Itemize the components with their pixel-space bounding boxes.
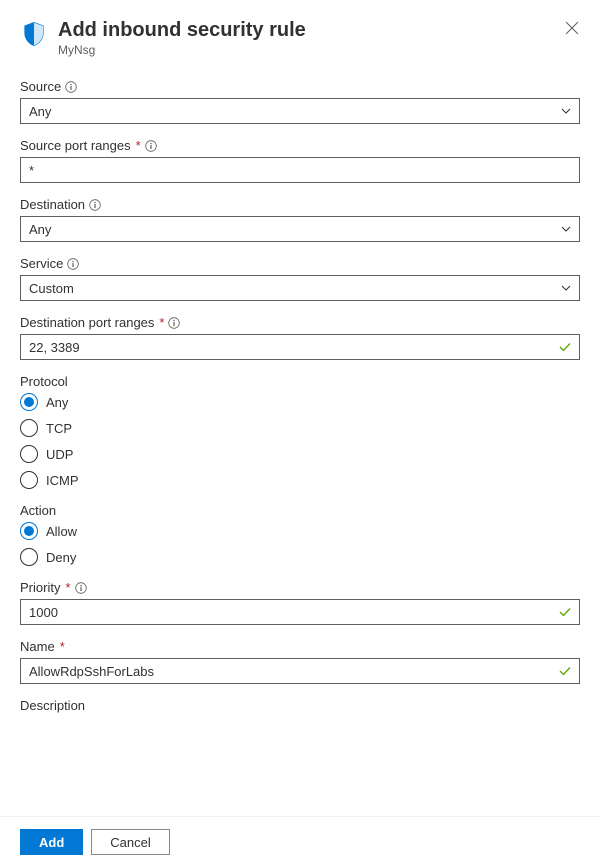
label-name: Name bbox=[20, 639, 55, 654]
label-service: Service bbox=[20, 256, 63, 271]
info-icon[interactable] bbox=[145, 140, 157, 152]
field-destination-port-ranges: Destination port ranges * bbox=[20, 315, 580, 360]
field-source-port-ranges: Source port ranges * bbox=[20, 138, 580, 183]
protocol-radio-any[interactable]: Any bbox=[20, 393, 580, 411]
radio-icon bbox=[20, 445, 38, 463]
panel-subtitle: MyNsg bbox=[58, 43, 306, 57]
radio-icon bbox=[20, 471, 38, 489]
info-icon[interactable] bbox=[67, 258, 79, 270]
radio-icon bbox=[20, 419, 38, 437]
field-priority: Priority * bbox=[20, 580, 580, 625]
label-priority: Priority bbox=[20, 580, 60, 595]
info-icon[interactable] bbox=[89, 199, 101, 211]
label-source-port-ranges: Source port ranges bbox=[20, 138, 131, 153]
dest-port-ranges-input[interactable] bbox=[20, 334, 580, 360]
shield-icon bbox=[20, 20, 48, 48]
panel-footer: Add Cancel bbox=[0, 816, 600, 867]
radio-icon bbox=[20, 393, 38, 411]
service-select[interactable]: Custom bbox=[20, 275, 580, 301]
required-marker: * bbox=[60, 639, 65, 654]
required-marker: * bbox=[159, 315, 164, 330]
info-icon[interactable] bbox=[65, 81, 77, 93]
label-destination: Destination bbox=[20, 197, 85, 212]
form-body: Source Any Source port ranges * Destinat… bbox=[0, 65, 600, 815]
label-description: Description bbox=[20, 698, 85, 713]
protocol-radio-udp[interactable]: UDP bbox=[20, 445, 580, 463]
info-icon[interactable] bbox=[75, 582, 87, 594]
field-protocol: Protocol Any TCP UDP ICMP bbox=[20, 374, 580, 489]
field-name: Name * bbox=[20, 639, 580, 684]
required-marker: * bbox=[65, 580, 70, 595]
label-source: Source bbox=[20, 79, 61, 94]
field-service: Service Custom bbox=[20, 256, 580, 301]
source-port-ranges-input[interactable] bbox=[20, 157, 580, 183]
radio-icon bbox=[20, 548, 38, 566]
field-destination: Destination Any bbox=[20, 197, 580, 242]
protocol-radio-group: Any TCP UDP ICMP bbox=[20, 393, 580, 489]
field-action: Action Allow Deny bbox=[20, 503, 580, 566]
protocol-radio-tcp[interactable]: TCP bbox=[20, 419, 580, 437]
label-action: Action bbox=[20, 503, 56, 518]
destination-select[interactable]: Any bbox=[20, 216, 580, 242]
field-description: Description bbox=[20, 698, 580, 713]
action-radio-deny[interactable]: Deny bbox=[20, 548, 580, 566]
add-button[interactable]: Add bbox=[20, 829, 83, 855]
info-icon[interactable] bbox=[168, 317, 180, 329]
name-input[interactable] bbox=[20, 658, 580, 684]
field-source: Source Any bbox=[20, 79, 580, 124]
action-radio-group: Allow Deny bbox=[20, 522, 580, 566]
panel-header: Add inbound security rule MyNsg bbox=[0, 0, 600, 65]
required-marker: * bbox=[136, 138, 141, 153]
panel-title: Add inbound security rule bbox=[58, 18, 306, 42]
action-radio-allow[interactable]: Allow bbox=[20, 522, 580, 540]
label-protocol: Protocol bbox=[20, 374, 68, 389]
close-icon[interactable] bbox=[564, 20, 580, 36]
cancel-button[interactable]: Cancel bbox=[91, 829, 169, 855]
priority-input[interactable] bbox=[20, 599, 580, 625]
source-select[interactable]: Any bbox=[20, 98, 580, 124]
radio-icon bbox=[20, 522, 38, 540]
label-dest-port-ranges: Destination port ranges bbox=[20, 315, 154, 330]
protocol-radio-icmp[interactable]: ICMP bbox=[20, 471, 580, 489]
